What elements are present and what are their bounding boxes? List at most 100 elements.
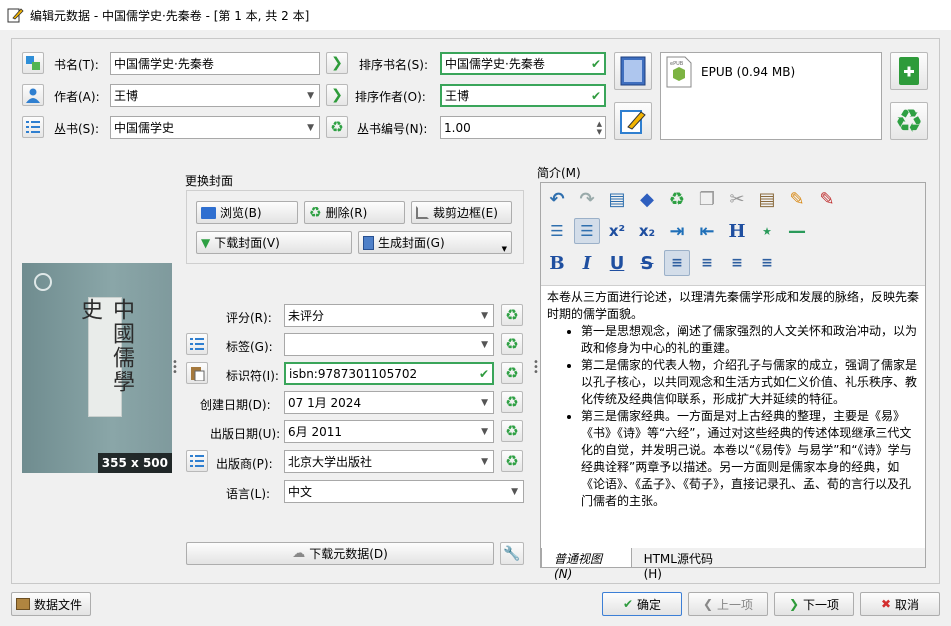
ok-button[interactable]: ✔ 确定 bbox=[602, 592, 682, 616]
data-files-button[interactable]: 数据文件 bbox=[11, 592, 91, 616]
download-cover-label: 下载封面(V) bbox=[214, 236, 280, 250]
recycle-icon[interactable]: ♻ bbox=[664, 186, 690, 212]
remove-format-button[interactable]: ♻ bbox=[890, 102, 928, 140]
format-item-epub[interactable]: ePUB EPUB (0.94 MB) bbox=[661, 53, 881, 91]
rating-value: 未评分 bbox=[288, 309, 325, 323]
title-sort-input[interactable]: 中国儒学史·先秦卷 ✔ bbox=[440, 52, 606, 75]
title-to-sort-button[interactable]: ❯ bbox=[326, 52, 348, 74]
horizontal-rule-icon[interactable]: — bbox=[784, 218, 810, 244]
manage-tags-button[interactable] bbox=[186, 333, 208, 355]
chevron-right-icon: ❯ bbox=[788, 597, 800, 611]
browse-cover-button[interactable]: 浏览(B) bbox=[196, 201, 298, 224]
trim-cover-button[interactable]: 裁剪边框(E) bbox=[411, 201, 512, 224]
strikethrough-icon[interactable]: S bbox=[634, 250, 660, 276]
wrench-icon: 🔧 bbox=[503, 545, 521, 562]
edit-cover-button[interactable] bbox=[614, 102, 652, 140]
publisher-value: 北京大学出版社 bbox=[288, 455, 373, 469]
series-index-spinbox[interactable]: 1.00 ▲ ▼ bbox=[440, 116, 606, 139]
cut-icon[interactable]: ✂ bbox=[724, 186, 750, 212]
clear-rating-button[interactable]: ♻ bbox=[501, 304, 523, 326]
splitter-handle[interactable]: • • • bbox=[172, 358, 178, 378]
superscript-icon[interactable]: x² bbox=[604, 218, 630, 244]
background-color-icon[interactable]: ✎ bbox=[814, 186, 840, 212]
download-cover-button[interactable]: ▼ 下载封面(V) bbox=[196, 231, 352, 254]
ordered-list-icon[interactable]: ☰ bbox=[544, 218, 570, 244]
italic-icon[interactable]: I bbox=[574, 250, 600, 276]
cancel-button[interactable]: ✖ 取消 bbox=[860, 592, 940, 616]
identifiers-input[interactable]: isbn:9787301105702 ✔ bbox=[284, 362, 494, 385]
download-metadata-button[interactable]: ☁ 下载元数据(D) bbox=[186, 542, 494, 565]
publisher-combo[interactable]: 北京大学出版社 ▼ bbox=[284, 450, 494, 473]
comments-intro: 本卷从三方面进行论述，以理清先秦儒学形成和发展的脉络，反映先秦时期的儒学面貌。 bbox=[547, 290, 920, 321]
chevron-down-icon: ▼ bbox=[307, 122, 314, 133]
chevron-down-icon: ▼ bbox=[481, 397, 488, 408]
eraser-icon[interactable]: ◆ bbox=[634, 186, 660, 212]
rating-combo[interactable]: 未评分 ▼ bbox=[284, 304, 494, 327]
paste-isbn-button[interactable] bbox=[186, 362, 208, 384]
clear-series-button[interactable]: ♻ bbox=[326, 116, 348, 138]
check-icon: ✔ bbox=[478, 366, 489, 381]
identifiers-value: isbn:9787301105702 bbox=[289, 366, 418, 381]
clear-tags-button[interactable]: ♻ bbox=[501, 333, 523, 355]
title-input[interactable]: 中国儒学史·先秦卷 bbox=[110, 52, 320, 75]
cover-preview-button[interactable] bbox=[614, 52, 652, 90]
clear-published-date-button[interactable]: ♻ bbox=[501, 420, 523, 442]
chevron-down-icon: ▼ bbox=[481, 426, 488, 437]
comments-bullet: 第二是儒家的代表人物，介绍孔子与儒家的成立，强调了儒家是以孔子核心，以共同观念和… bbox=[581, 357, 919, 408]
previous-button[interactable]: ❮ 上一项 bbox=[688, 592, 768, 616]
manage-publishers-button[interactable] bbox=[186, 450, 208, 472]
manage-authors-button[interactable] bbox=[22, 84, 44, 106]
comments-text-area[interactable]: 本卷从三方面进行论述，以理清先秦儒学形成和发展的脉络，反映先秦时期的儒学面貌。 … bbox=[541, 285, 925, 548]
chevron-left-icon: ❮ bbox=[702, 597, 714, 611]
created-date-label: 创建日期(D): bbox=[200, 398, 271, 412]
author-combo[interactable]: 王博 ▼ bbox=[110, 84, 320, 107]
recycle-icon: ♻ bbox=[505, 335, 519, 353]
indent-icon[interactable]: ⇥ bbox=[664, 218, 690, 244]
outdent-icon[interactable]: ⇤ bbox=[694, 218, 720, 244]
author-sort-label: 排序作者(O): bbox=[355, 90, 426, 104]
next-label: 下一项 bbox=[803, 597, 840, 612]
swap-title-author-button[interactable] bbox=[22, 52, 44, 74]
metadata-sources-button[interactable]: 🔧 bbox=[500, 542, 524, 565]
author-to-sort-button[interactable]: ❯ bbox=[326, 84, 348, 106]
language-combo[interactable]: 中文 ▼ bbox=[284, 480, 524, 503]
series-combo[interactable]: 中国儒学史 ▼ bbox=[110, 116, 320, 139]
clear-created-date-button[interactable]: ♻ bbox=[501, 391, 523, 413]
insert-link-icon[interactable]: ⋆ bbox=[754, 218, 780, 244]
select-all-icon[interactable]: ▤ bbox=[604, 186, 630, 212]
published-date-picker[interactable]: 6月 2011 ▼ bbox=[284, 420, 494, 443]
tab-normal-view[interactable]: 普通视图(N) bbox=[541, 548, 632, 581]
clear-publisher-button[interactable]: ♻ bbox=[501, 450, 523, 472]
underline-icon[interactable]: U bbox=[604, 250, 630, 276]
unordered-list-icon[interactable]: ☰ bbox=[574, 218, 600, 244]
redo-icon[interactable]: ↷ bbox=[574, 186, 600, 212]
tags-combo[interactable]: ▼ bbox=[284, 333, 494, 356]
align-center-icon[interactable]: ≡ bbox=[694, 250, 720, 276]
copy-icon[interactable]: ❐ bbox=[694, 186, 720, 212]
clear-identifiers-button[interactable]: ♻ bbox=[501, 362, 523, 384]
generate-cover-button[interactable]: 生成封面(G) ▼ bbox=[358, 231, 512, 254]
created-date-picker[interactable]: 07 1月 2024 ▼ bbox=[284, 391, 494, 414]
heading-icon[interactable]: H bbox=[724, 218, 750, 244]
align-right-icon[interactable]: ≡ bbox=[724, 250, 750, 276]
undo-icon[interactable]: ↶ bbox=[544, 186, 570, 212]
browse-cover-label: 浏览(B) bbox=[220, 206, 262, 220]
author-sort-input[interactable]: 王博 ✔ bbox=[440, 84, 606, 107]
add-format-button[interactable] bbox=[890, 52, 928, 90]
manage-series-button[interactable] bbox=[22, 116, 44, 138]
subscript-icon[interactable]: x₂ bbox=[634, 218, 660, 244]
align-justify-icon[interactable]: ≡ bbox=[754, 250, 780, 276]
paste-icon[interactable]: ▤ bbox=[754, 186, 780, 212]
menu-arrow-icon: ▼ bbox=[501, 245, 507, 253]
arrow-right-icon: ❯ bbox=[331, 87, 343, 103]
tab-html-source[interactable]: HTML源代码(H) bbox=[631, 548, 741, 581]
editor-toolbar-row-1: ↶ ↷ ▤ ◆ ♻ ❐ ✂ ▤ ✎ ✎ bbox=[544, 186, 874, 212]
text-color-icon[interactable]: ✎ bbox=[784, 186, 810, 212]
cover-image[interactable]: 中國儒學史 355 x 500 bbox=[22, 263, 172, 473]
align-left-icon[interactable]: ≡ bbox=[664, 250, 690, 276]
bold-icon[interactable]: B bbox=[544, 250, 570, 276]
next-button[interactable]: ❯ 下一项 bbox=[774, 592, 854, 616]
splitter-handle[interactable]: • • • bbox=[533, 358, 539, 378]
series-index-label: 丛书编号(N): bbox=[357, 122, 428, 136]
remove-cover-button[interactable]: ♻ 删除(R) bbox=[304, 201, 405, 224]
